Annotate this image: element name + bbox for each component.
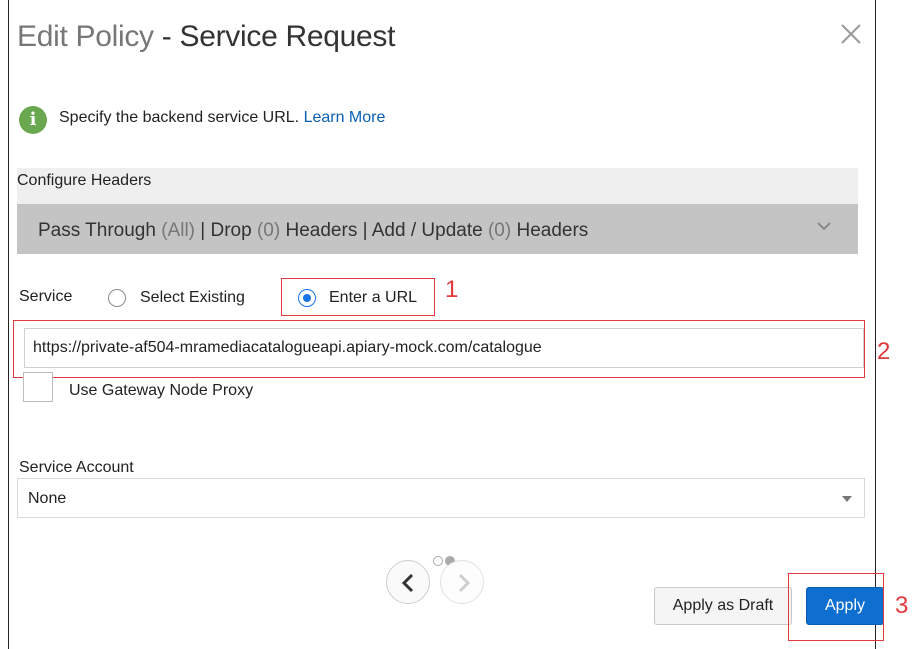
next-button[interactable] [440,560,484,604]
annotation-box-1 [281,278,435,316]
annotation-number-1: 1 [445,276,459,303]
annotation-number-2: 2 [877,338,891,365]
dialog-title-prefix: Edit Policy [17,20,154,53]
annotation-box-3 [788,573,884,641]
configure-headers-panel: Configure Headers Pass Through (All) | D… [17,168,858,254]
headers-end-text: Headers [511,220,589,241]
chevron-left-icon [401,573,414,593]
edit-policy-dialog: Edit Policy - Service Request i Specify … [8,0,890,649]
annotation-box-2 [13,320,865,378]
service-account-value: None [28,490,67,507]
info-message: Specify the backend service URL. Learn M… [59,109,385,127]
learn-more-link[interactable]: Learn More [304,109,386,126]
info-text: Specify the backend service URL. [59,109,304,126]
pager-dot-1[interactable] [433,556,443,566]
dialog-title-suffix: - Service Request [153,20,396,53]
service-account-label: Service Account [19,459,134,476]
info-icon: i [19,106,47,134]
drop-count: (0) [256,220,281,241]
chevron-right-icon [458,573,471,593]
apply-as-draft-button[interactable]: Apply as Draft [654,587,792,625]
close-icon[interactable] [839,22,863,46]
service-account-select[interactable]: None [17,478,865,518]
select-existing-radio[interactable] [108,289,126,307]
configure-headers-label: Configure Headers [17,172,152,189]
headers-summary-accordion[interactable]: Pass Through (All) | Drop (0) Headers | … [17,204,858,254]
select-existing-label[interactable]: Select Existing [140,289,245,307]
chevron-down-icon[interactable] [816,218,832,234]
gateway-proxy-label[interactable]: Use Gateway Node Proxy [69,382,253,400]
add-update-text: Headers | Add / Update [280,220,488,241]
drop-text: | Drop [195,220,257,241]
caret-down-icon [842,496,852,502]
dialog-title: Edit Policy - Service Request [17,20,395,54]
gateway-proxy-checkbox[interactable] [23,372,53,402]
annotation-number-3: 3 [895,592,909,619]
add-update-count: (0) [487,220,512,241]
pass-through-count: (All) [161,220,196,241]
previous-button[interactable] [386,560,430,604]
headers-summary-text: Pass Through (All) | Drop (0) Headers | … [38,220,588,242]
pass-through-text: Pass Through [38,220,162,241]
service-label: Service [19,288,73,305]
